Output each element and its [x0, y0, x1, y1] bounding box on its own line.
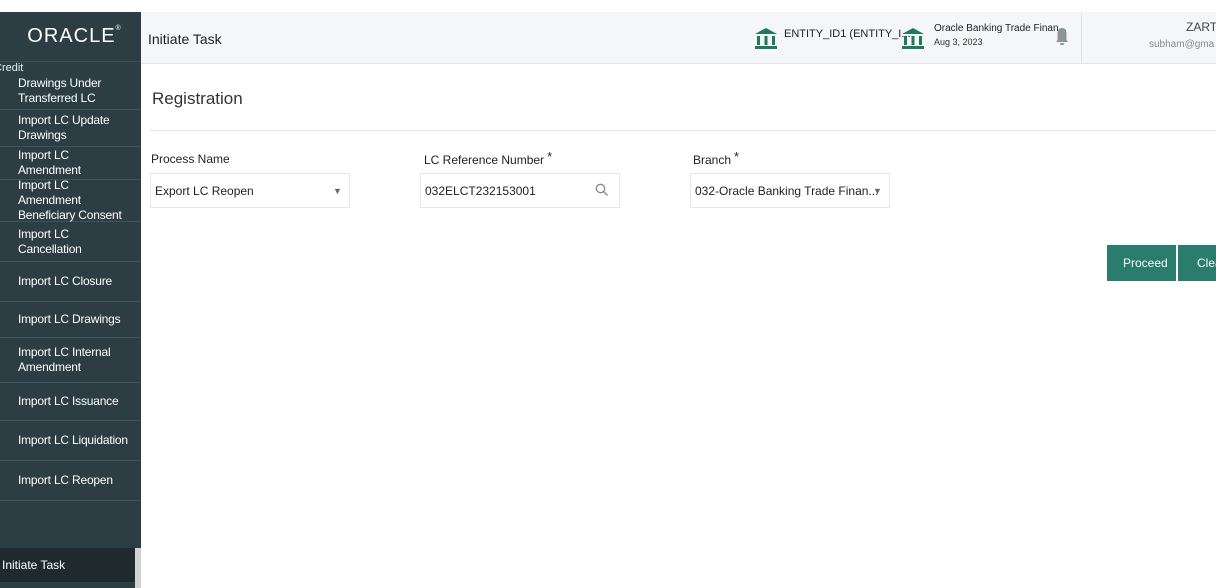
oracle-logo: ORACLE®	[0, 12, 141, 62]
logo-trademark: ®	[115, 25, 122, 32]
page-title: Registration	[152, 89, 243, 108]
branch-date: Aug 3, 2023	[934, 37, 983, 47]
bank-icon[interactable]	[754, 26, 778, 50]
branch-select[interactable]: 032-Oracle Banking Trade Finan... ▼	[690, 173, 890, 208]
required-marker: *	[547, 149, 553, 164]
branch-label: Branch *	[693, 149, 740, 167]
lc-reference-label: LC Reference Number *	[424, 149, 553, 167]
sidebar-item-import-lc-amendment[interactable]: Import LC Amendment	[0, 147, 141, 180]
section-divider	[150, 130, 1216, 131]
bell-icon[interactable]	[1055, 27, 1069, 47]
header-divider	[1081, 12, 1082, 64]
user-name[interactable]: ZART	[1186, 20, 1216, 34]
branch-value: 032-Oracle Banking Trade Finan...	[695, 183, 879, 198]
sidebar-item-import-lc-update-drawings[interactable]: Import LC Update Drawings	[0, 110, 141, 147]
sidebar-menu: Drawings Under Transferred LC Import LC …	[0, 73, 141, 501]
sidebar-item-import-lc-issuance[interactable]: Import LC Issuance	[0, 383, 141, 421]
sidebar-item-drawings-under-transferred-lc[interactable]: Drawings Under Transferred LC	[0, 73, 141, 110]
sidebar-item-import-lc-cancellation[interactable]: Import LC Cancellation	[0, 222, 141, 262]
proceed-button[interactable]: Proceed	[1107, 245, 1176, 281]
top-header: Initiate Task ENTITY_ID1 (ENTITY_I... Or…	[141, 12, 1216, 64]
sidebar-item-initiate-task[interactable]: Initiate Task	[0, 548, 135, 582]
required-marker: *	[734, 149, 740, 164]
sidebar-item-import-lc-drawings[interactable]: Import LC Drawings	[0, 302, 141, 338]
sidebar-scrollbar[interactable]	[135, 548, 141, 588]
sidebar-item-import-lc-internal-amendment[interactable]: Import LC Internal Amendment	[0, 338, 141, 383]
sidebar-item-import-lc-closure[interactable]: Import LC Closure	[0, 262, 141, 302]
lc-reference-value: 032ELCT232153001	[425, 183, 536, 198]
entity-selector[interactable]: ENTITY_ID1 (ENTITY_I...	[784, 28, 911, 40]
chevron-down-icon: ▼	[333, 186, 342, 196]
sidebar-item-import-lc-liquidation[interactable]: Import LC Liquidation	[0, 421, 141, 461]
process-name-label: Process Name	[151, 152, 230, 166]
lc-reference-input[interactable]: 032ELCT232153001	[420, 173, 620, 208]
bank-name[interactable]: Oracle Banking Trade Finan...	[934, 23, 1067, 34]
sidebar-item-import-lc-reopen[interactable]: Import LC Reopen	[0, 461, 141, 501]
header-title: Initiate Task	[148, 31, 222, 47]
search-icon[interactable]	[595, 183, 609, 197]
process-name-value: Export LC Reopen	[155, 183, 254, 198]
chevron-down-icon: ▼	[873, 186, 882, 196]
sidebar: ORACLE® Credit Drawings Under Transferre…	[0, 12, 141, 588]
logo-text: ORACLE	[27, 25, 116, 47]
clear-button[interactable]: Clea	[1178, 245, 1216, 281]
sidebar-item-import-lc-amendment-beneficiary-consent[interactable]: Import LC Amendment Beneficiary Consent	[0, 178, 141, 222]
user-email: subham@gma	[1149, 39, 1215, 50]
bank-icon[interactable]	[901, 26, 925, 50]
process-name-select[interactable]: Export LC Reopen ▼	[150, 173, 350, 208]
